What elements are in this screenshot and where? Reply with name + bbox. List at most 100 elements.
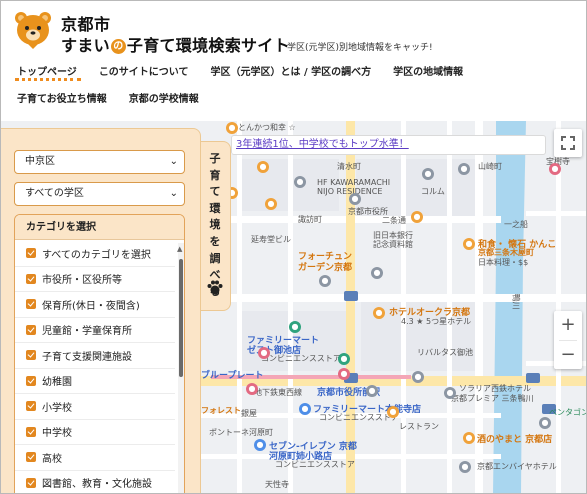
map-label-shiyakusho-north[interactable]: 京都市役所 <box>348 206 388 217</box>
map-pin-icon[interactable]: ● <box>539 417 551 429</box>
ranking-banner-link[interactable]: 3年連続1位、中学校でもトップ水準！ <box>231 135 546 155</box>
category-item[interactable]: 幼稚園 <box>15 369 175 394</box>
nav-parenting-info[interactable]: 子育てお役立ち情報 <box>17 90 107 105</box>
map-label-ribers[interactable]: リバルタス御池 <box>417 347 473 358</box>
search-panel-tab-label[interactable]: 子 育 て 環 境 を 調 べ る <box>208 151 222 300</box>
site-title-line2: すまいの子育て環境検索サイト <box>61 32 290 56</box>
category-label: 幼稚園 <box>42 377 72 389</box>
paw-icon[interactable] <box>206 279 224 297</box>
map-label-chikatetsu: 地下鉄東西線 <box>254 388 302 397</box>
map-label-rest[interactable]: レストラン <box>399 421 439 432</box>
category-item[interactable]: 高校 <box>15 445 175 471</box>
map-pin-icon[interactable]: ● <box>257 161 269 173</box>
childcare-pin-icon[interactable]: ● <box>387 406 399 418</box>
nav-top-page[interactable]: トップページ <box>15 63 81 81</box>
scroll-up-arrow-icon[interactable]: ▲ <box>177 245 182 253</box>
checkbox-checked-icon[interactable] <box>26 477 36 488</box>
map-pin-icon[interactable]: ● <box>373 307 385 319</box>
map-label-familymart-sub: コンビニエンスストア <box>261 354 341 363</box>
map-label-forest[interactable]: フォレスト <box>201 405 241 416</box>
school-pin-icon[interactable]: ● <box>411 211 423 223</box>
zoom-in-button[interactable]: + <box>554 311 582 340</box>
map-pin-icon[interactable]: ● <box>412 371 424 383</box>
category-item[interactable]: 中学校 <box>15 420 175 445</box>
map-label-okura-rating: 4.3 ★ 5つ星ホテル <box>401 317 472 326</box>
bear-logo-icon[interactable] <box>13 10 53 50</box>
map-pin-icon[interactable]: ● <box>349 193 361 205</box>
map-pin-icon[interactable]: ● <box>422 168 434 180</box>
checkbox-checked-icon[interactable] <box>26 248 36 259</box>
site-title-no-badge: の <box>110 39 126 54</box>
site-title-pre: すまい <box>61 36 110 55</box>
map-pin-icon[interactable]: ● <box>254 439 266 451</box>
checkbox-checked-icon[interactable] <box>26 452 36 463</box>
category-item[interactable]: 保育所(休日・夜間含) <box>15 292 175 318</box>
checkbox-checked-icon[interactable] <box>26 324 36 335</box>
map-pin-icon[interactable]: ● <box>371 267 383 279</box>
category-list: すべてのカテゴリを選択 市役所・区役所等 保育所(休日・夜間含) 児童館・学童保… <box>15 241 175 494</box>
category-item[interactable]: 子育て支援関連施設 <box>15 343 175 369</box>
map-pin-icon[interactable]: ● <box>338 353 350 365</box>
map-label-pentagon[interactable]: ペンタゴン <box>549 407 586 418</box>
childcare-pin-icon[interactable]: ● <box>258 347 270 359</box>
map-pin-icon[interactable]: ● <box>463 238 475 250</box>
tab-char: 環 <box>209 201 221 215</box>
map-label-tenshocho: 天性寺 <box>265 480 289 489</box>
childcare-pin-icon[interactable]: ● <box>338 368 350 380</box>
map-pin-icon[interactable]: ● <box>444 387 456 399</box>
map-pin-icon[interactable]: ● <box>319 275 331 287</box>
map-label-hf1[interactable]: HF KAWARAMACHI <box>317 178 390 187</box>
ward-select[interactable]: 中京区 ⌄ <box>14 150 185 174</box>
category-item[interactable]: 児童館・学童保育所 <box>15 318 175 343</box>
map-pin-icon[interactable]: ● <box>458 163 470 175</box>
category-item[interactable]: すべてのカテゴリを選択 <box>15 241 175 267</box>
tab-char: を <box>209 234 221 248</box>
map-label-sorria2[interactable]: 京都プレミア 三条鴨川 <box>451 393 534 404</box>
checkbox-checked-icon[interactable] <box>26 401 36 412</box>
map-label-fortune2[interactable]: ガーデン京都 <box>298 260 352 273</box>
category-label: 小学校 <box>42 402 72 414</box>
chevron-down-icon: ⌄ <box>169 188 178 199</box>
map-label-shop[interactable]: とんかつ和幸 ☆ <box>238 122 296 133</box>
map-pin-icon[interactable]: ● <box>246 383 258 395</box>
checkbox-checked-icon[interactable] <box>26 299 36 310</box>
category-item[interactable]: 図書館、教育・文化施設 <box>15 471 175 494</box>
category-label: 保育所(休日・夜間含) <box>42 300 140 312</box>
map-pin-icon[interactable]: ● <box>549 163 561 175</box>
school-district-select[interactable]: すべての学区 ⌄ <box>14 182 185 206</box>
map-label-kyoto-hotel[interactable]: 京都エンバイヤホテル <box>477 461 557 472</box>
nav-district-guide[interactable]: 学区（元学区）とは / 学区の調べ方 <box>211 63 372 78</box>
site-tagline: 学区(元学区)別地域情報をキャッチ! <box>287 43 433 53</box>
fullscreen-button[interactable] <box>554 129 582 157</box>
childcare-pin-icon[interactable]: ● <box>289 321 301 333</box>
chevron-down-icon: ⌄ <box>169 156 178 167</box>
map-pin-icon[interactable]: ● <box>294 176 306 188</box>
nav-district-info[interactable]: 学区の地域情報 <box>393 63 463 78</box>
category-item[interactable]: 市役所・区役所等 <box>15 267 175 292</box>
checkbox-checked-icon[interactable] <box>26 426 36 437</box>
map-label-koruma[interactable]: コルム <box>421 186 445 197</box>
map-label-koshiyo[interactable]: 延寿堂ビル <box>251 234 291 245</box>
checkbox-checked-icon[interactable] <box>26 273 36 284</box>
map-label-pontocho[interactable]: ポントーネ河原町 <box>209 427 273 438</box>
map-pin-icon[interactable]: ● <box>265 198 277 210</box>
map-pin-icon[interactable]: ● <box>299 403 311 415</box>
map-pin-icon[interactable]: ● <box>463 432 475 444</box>
checkbox-checked-icon[interactable] <box>26 350 36 361</box>
category-scroll-thumb[interactable] <box>179 259 183 377</box>
map-label-nichigin2[interactable]: 記念資料館 <box>373 239 413 250</box>
category-item[interactable]: 小学校 <box>15 394 175 420</box>
map-label-sakanaya[interactable]: 酒のやまと 京都店 <box>477 432 552 445</box>
site-title-post: 子育て環境検索サイト <box>126 36 290 55</box>
ward-select-value: 中京区 <box>25 156 55 167</box>
map-pin-icon[interactable]: ● <box>459 461 471 473</box>
map-label-daiei: 日本料理・$$ <box>478 258 529 267</box>
map-label-seimizu: 清水町 <box>337 162 361 171</box>
map-pin-icon[interactable]: ● <box>226 122 238 134</box>
train-station-icon[interactable]: ● <box>366 385 378 397</box>
checkbox-checked-icon[interactable] <box>26 375 36 386</box>
nav-about[interactable]: このサイトについて <box>99 63 189 78</box>
map-label-blueplate[interactable]: ブループレート <box>201 368 263 381</box>
nav-school-info[interactable]: 京都の学校情報 <box>129 90 199 105</box>
zoom-out-button[interactable]: − <box>554 341 582 370</box>
